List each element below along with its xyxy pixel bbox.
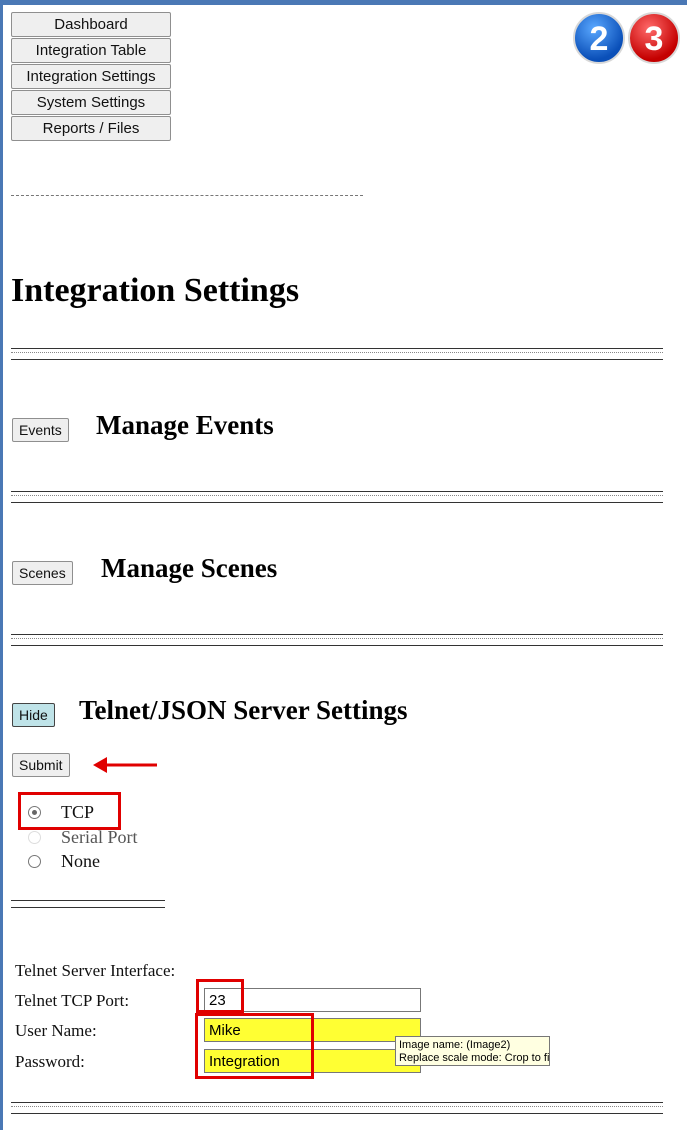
password-label: Password: xyxy=(15,1052,85,1071)
section-title-scenes: Manage Scenes xyxy=(101,553,278,583)
step-badge-3: 3 xyxy=(628,12,680,64)
annotation-box-tcp xyxy=(18,792,121,830)
telnet-port-label: Telnet TCP Port: xyxy=(15,991,130,1010)
telnet-hide-button[interactable]: Hide xyxy=(12,703,55,727)
radio-serial-port-label: Serial Port xyxy=(61,827,138,847)
step-badge-2: 2 xyxy=(573,12,625,64)
nav-integration-settings-button[interactable]: Integration Settings xyxy=(11,64,171,89)
nav-reports-files-button[interactable]: Reports / Files xyxy=(11,116,171,141)
divider-short xyxy=(11,900,165,908)
image-tooltip: Image name: (Image2) Replace scale mode:… xyxy=(395,1036,550,1066)
scenes-toggle-button[interactable]: Scenes xyxy=(12,561,73,585)
username-label: User Name: xyxy=(15,1021,97,1040)
events-toggle-button[interactable]: Events xyxy=(12,418,69,442)
page-title: Integration Settings xyxy=(11,272,300,309)
nav-dashboard-button[interactable]: Dashboard xyxy=(11,12,171,37)
telnet-interface-label: Telnet Server Interface: xyxy=(15,961,176,980)
nav-system-settings-button[interactable]: System Settings xyxy=(11,90,171,115)
window-frame-top xyxy=(0,0,687,5)
annotation-arrow-icon xyxy=(93,757,157,773)
divider-bottom xyxy=(11,1102,663,1114)
divider-3 xyxy=(11,634,663,646)
divider-dashed xyxy=(11,195,363,196)
divider-2 xyxy=(11,491,663,503)
radio-none-label: None xyxy=(61,851,100,871)
main-nav: Dashboard Integration Table Integration … xyxy=(11,12,171,142)
section-title-events: Manage Events xyxy=(96,410,274,440)
radio-none-dot[interactable] xyxy=(28,855,41,868)
annotation-box-credentials xyxy=(195,1013,314,1079)
nav-integration-table-button[interactable]: Integration Table xyxy=(11,38,171,63)
window-frame-left xyxy=(0,0,3,1130)
tooltip-line-2: Replace scale mode: Crop to fit xyxy=(399,1052,550,1064)
section-title-telnet: Telnet/JSON Server Settings xyxy=(79,695,408,725)
radio-serial-port-dot[interactable] xyxy=(28,831,41,844)
tooltip-line-1: Image name: (Image2) xyxy=(399,1039,511,1051)
annotation-box-port xyxy=(196,979,244,1013)
submit-button[interactable]: Submit xyxy=(12,753,70,777)
divider-1 xyxy=(11,348,663,360)
